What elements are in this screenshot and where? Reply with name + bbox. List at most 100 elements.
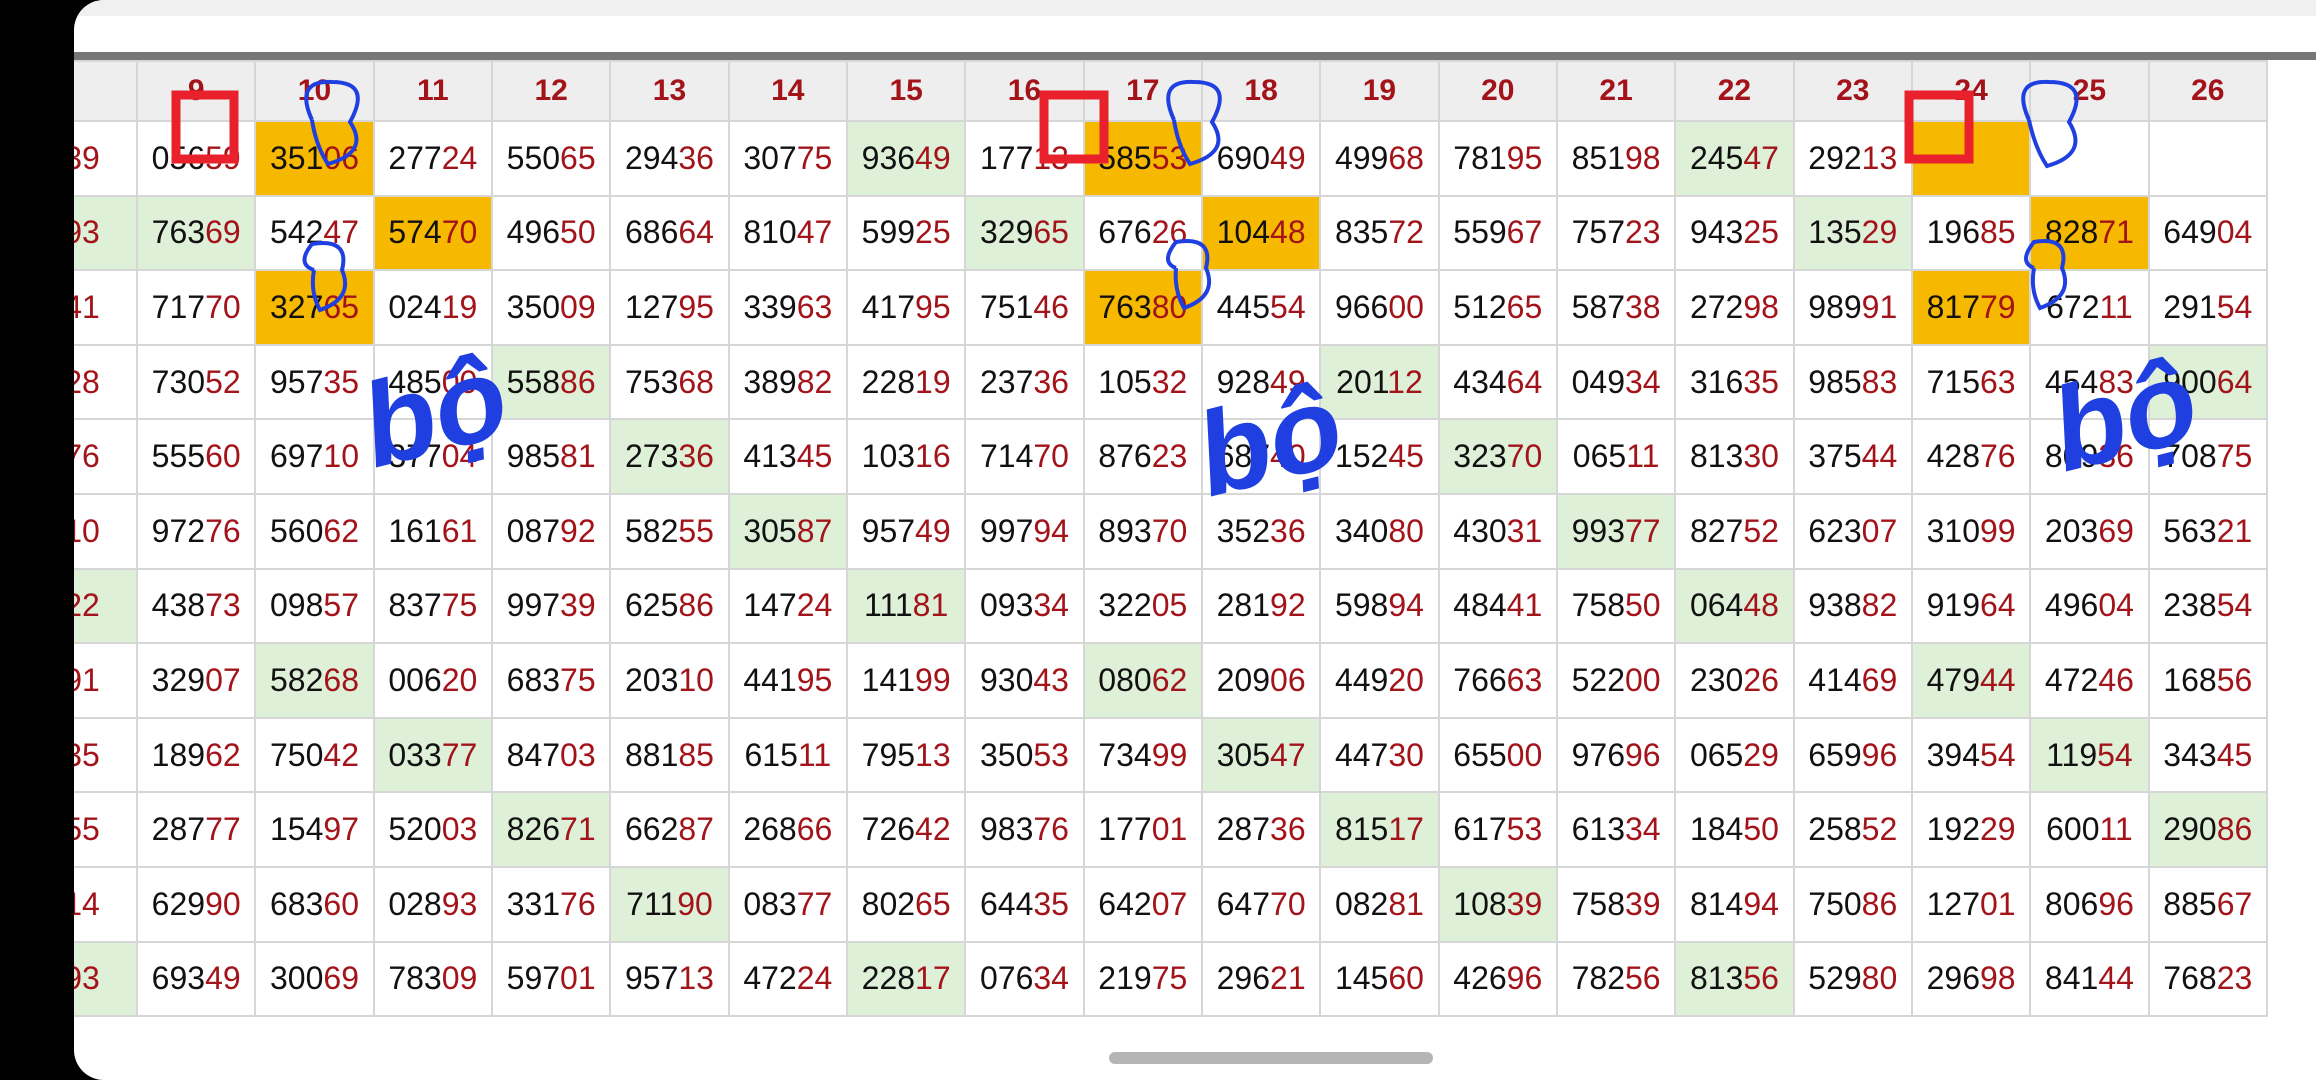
cell-prefix: 196 (1926, 214, 1980, 251)
cell-prefix: 711 (626, 885, 678, 922)
cell-suffix: 11 (1626, 438, 1660, 475)
cell-suffix: 93 (74, 214, 100, 251)
cell-suffix: 42 (915, 811, 951, 848)
table-cell: 10 (74, 492, 138, 570)
cell-prefix: 093 (979, 587, 1034, 624)
cell-prefix: 350 (979, 736, 1034, 773)
table-cell: 55 (74, 791, 138, 868)
table-cell: 06529 (1674, 716, 1795, 794)
cell-prefix: 615 (744, 736, 798, 773)
table-cell: 12795 (609, 269, 730, 346)
cell-suffix: 35 (74, 736, 100, 773)
cell-prefix: 693 (151, 960, 206, 997)
table-cell: 95735 (254, 343, 375, 421)
table-cell: 59894 (1319, 567, 1440, 645)
cell-suffix: 24 (441, 139, 478, 176)
table-cell: 33963 (727, 269, 848, 346)
table-cell: 75839 (1555, 865, 1677, 943)
table-cell: 41 (74, 269, 138, 346)
cell-suffix: 77 (796, 885, 833, 922)
cell-prefix: 434 (1453, 363, 1507, 400)
cell-suffix: 75 (796, 139, 833, 176)
cell-suffix: 11 (797, 736, 832, 773)
table-cell: 07634 (964, 940, 1085, 1018)
table-cell: 81356 (1674, 940, 1795, 1018)
table-row: 9369349300697830959701957134722422817076… (74, 940, 2269, 1018)
cell-suffix: 31 (1506, 512, 1543, 549)
cell-prefix: 447 (1334, 736, 1389, 773)
cell-suffix: 23 (1151, 438, 1188, 475)
cell-prefix: 802 (861, 885, 916, 922)
cell-prefix: 331 (506, 885, 561, 922)
table-cell: 27298 (1674, 269, 1795, 346)
table-cell: 61511 (727, 716, 848, 794)
cell-prefix: 375 (1808, 438, 1862, 475)
table-cell: 10316 (845, 418, 967, 495)
cell-suffix: 69 (323, 960, 359, 997)
cell-suffix: 13 (1861, 139, 1898, 176)
table-cell: 32965 (964, 194, 1085, 272)
table-cell: 96600 (1319, 269, 1440, 346)
cell-suffix: 90 (677, 885, 713, 922)
table-row: 3518962750420337784703881856151179513350… (74, 716, 2269, 794)
cell-prefix: 192 (1926, 811, 1980, 848)
cell-prefix: 753 (624, 363, 679, 400)
cell-prefix: 936 (861, 139, 916, 176)
cell-suffix: 23 (2216, 960, 2253, 997)
cell-suffix: 65 (915, 885, 951, 922)
table-cell: 88567 (2147, 865, 2269, 943)
table-cell (2147, 120, 2269, 197)
cell-prefix: 828 (2044, 214, 2099, 251)
cell-suffix: 98 (1625, 139, 1661, 176)
cell-suffix: 87 (796, 512, 833, 549)
cell-suffix: 14 (74, 885, 100, 922)
table-cell: 17713 (964, 120, 1085, 197)
results-table-wrap[interactable]: 91011121314151617181920212223242526 3905… (74, 60, 2316, 1038)
cell-suffix: 34 (1625, 363, 1661, 400)
cell-suffix: 72 (1388, 214, 1424, 251)
table-cell: 62307 (1792, 492, 1913, 570)
table-cell: 11954 (2029, 716, 2150, 794)
home-indicator[interactable] (1109, 1052, 1433, 1064)
cell-prefix: 582 (624, 512, 679, 549)
cell-suffix: 52 (1743, 512, 1779, 549)
cell-suffix: 68 (1388, 139, 1424, 176)
cell-suffix: 13 (678, 960, 714, 997)
cell-suffix: 98 (1743, 288, 1779, 325)
table-cell: 93 (74, 940, 138, 1018)
table-cell: 71563 (1910, 343, 2032, 421)
table-cell: 30547 (1200, 716, 1322, 794)
table-cell: 14560 (1319, 940, 1440, 1018)
table-cell: 76 (74, 418, 138, 495)
cell-suffix: 91 (74, 661, 100, 698)
cell-prefix: 147 (743, 587, 797, 624)
cell-prefix: 340 (1334, 512, 1389, 549)
table-cell: 27336 (609, 418, 730, 495)
cell-suffix: 94 (1033, 512, 1069, 549)
table-cell: 22817 (845, 940, 967, 1018)
cell-prefix: 757 (1571, 214, 1625, 251)
cell-suffix: 70 (1033, 438, 1069, 475)
cell-suffix: 65 (560, 139, 596, 176)
cell-prefix: 734 (1098, 736, 1152, 773)
table-cell: 82871 (2029, 194, 2150, 272)
table-cell: 23736 (964, 343, 1085, 421)
cell-suffix: 34 (1033, 587, 1069, 624)
table-cell: 83572 (1319, 194, 1440, 272)
cell-suffix: 93 (441, 885, 478, 922)
table-cell: 15245 (1319, 418, 1440, 495)
cell-prefix: 496 (2044, 587, 2099, 624)
cell-suffix: 07 (1151, 885, 1188, 922)
cell-suffix: 68 (323, 661, 359, 698)
table-cell: 37704 (372, 418, 493, 495)
cell-suffix: 68 (678, 363, 714, 400)
cell-suffix: 29 (1979, 811, 2016, 848)
cell-suffix: 16 (915, 438, 951, 475)
cell-suffix: 55 (74, 811, 100, 848)
cell-suffix: 79 (1979, 288, 2016, 325)
cell-suffix: 95 (796, 661, 833, 698)
table-cell: 64435 (964, 865, 1085, 943)
cell-suffix: 22 (74, 587, 100, 624)
table-cell: 18962 (135, 716, 257, 794)
table-cell: 30775 (727, 120, 848, 197)
